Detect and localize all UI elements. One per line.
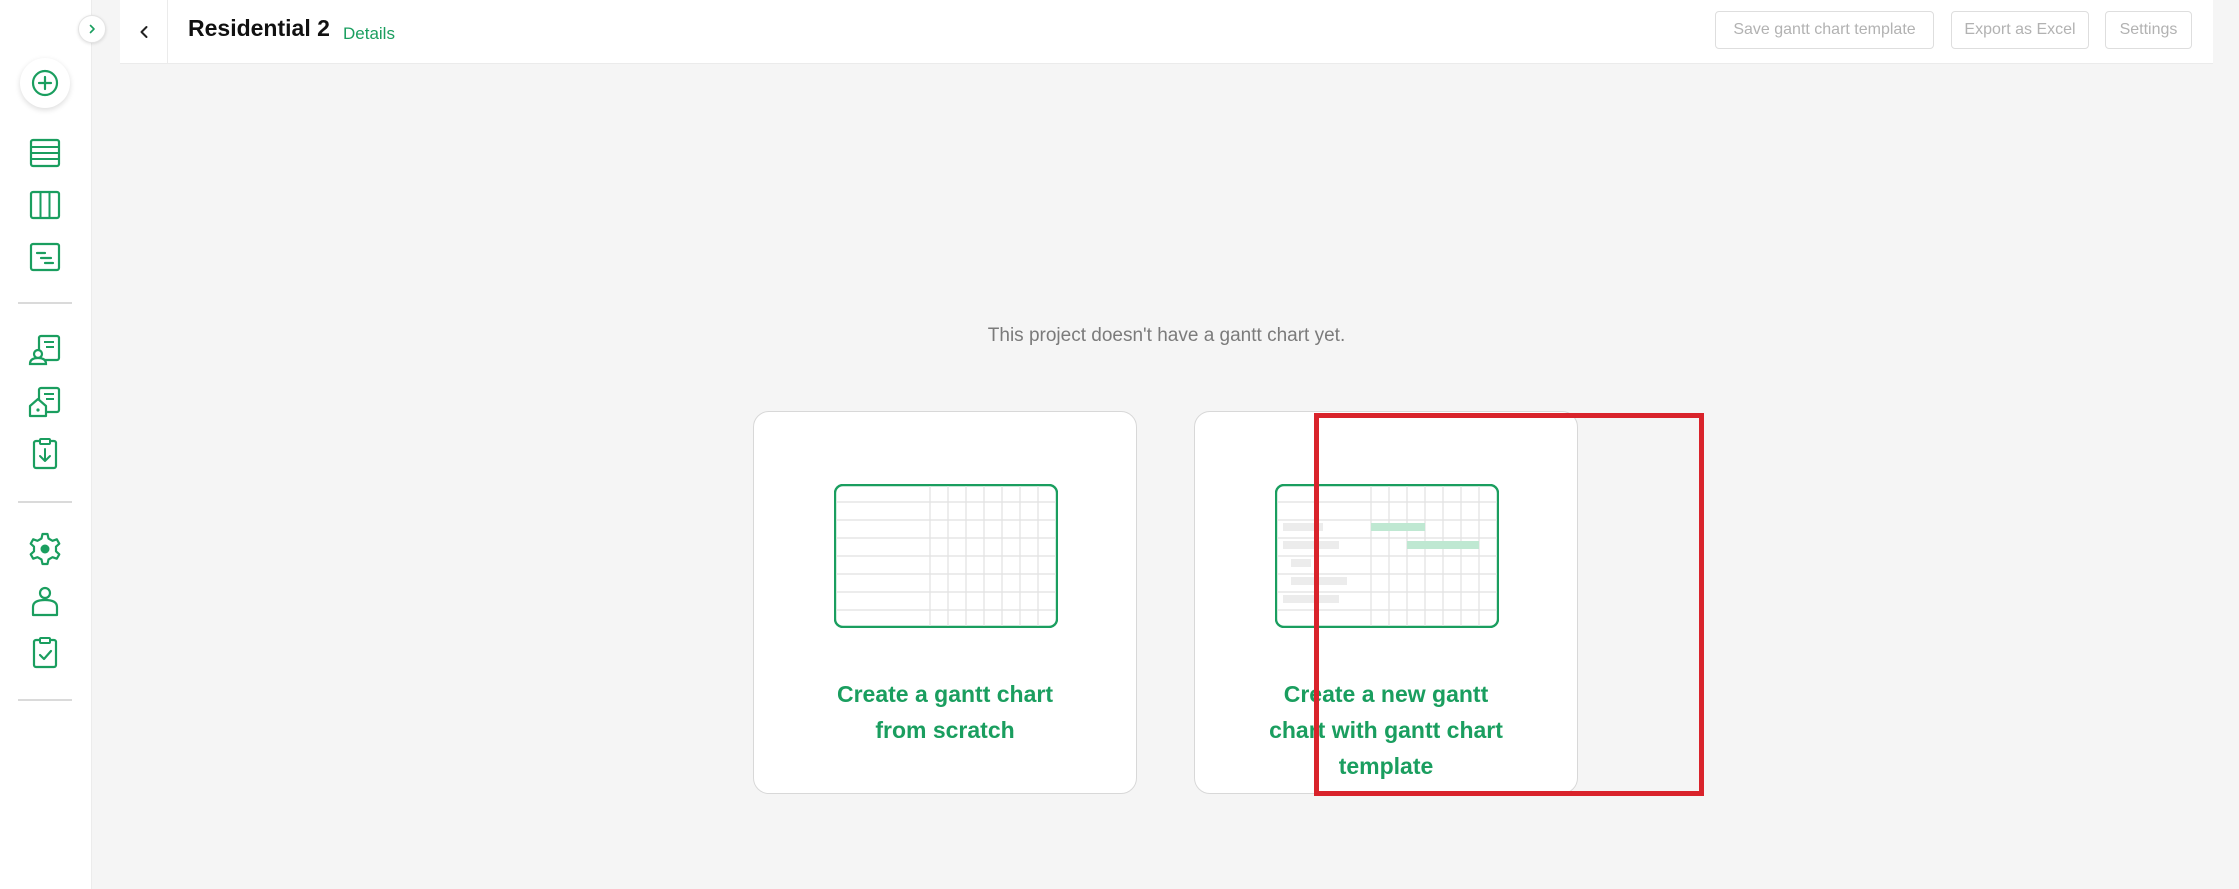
export-excel-button[interactable]: Export as Excel <box>1951 11 2089 49</box>
user-icon[interactable] <box>25 581 65 621</box>
empty-grid-icon <box>834 484 1058 628</box>
label-line: template <box>1338 753 1434 779</box>
settings-button[interactable]: Settings <box>2105 11 2192 49</box>
header-bar: Residential 2 Details Save gantt chart t… <box>120 0 2213 64</box>
sidebar-expand-button[interactable] <box>78 15 106 43</box>
home-document-icon[interactable] <box>25 382 65 422</box>
sidebar <box>0 0 92 889</box>
chevron-left-icon <box>140 25 147 38</box>
sidebar-divider <box>18 302 72 304</box>
checked-clipboard-icon[interactable] <box>25 633 65 673</box>
create-from-template-label: Create a new gantt chart with gantt char… <box>1225 676 1547 784</box>
list-view-icon[interactable] <box>25 133 65 173</box>
sidebar-divider <box>18 501 72 503</box>
create-from-scratch-label: Create a gantt chart from scratch <box>784 676 1106 748</box>
label-line: Create a new gantt <box>1283 681 1489 707</box>
save-template-button[interactable]: Save gantt chart template <box>1715 11 1934 49</box>
download-clipboard-icon[interactable] <box>25 434 65 474</box>
chevron-right-icon <box>89 24 95 34</box>
label-line: from scratch <box>875 717 1015 743</box>
sidebar-divider <box>18 699 72 701</box>
back-button[interactable] <box>120 0 168 63</box>
create-from-scratch-card[interactable]: Create a gantt chart from scratch <box>753 411 1137 794</box>
empty-state-message: This project doesn't have a gantt chart … <box>987 325 1346 346</box>
contact-document-icon[interactable] <box>25 330 65 370</box>
label-line: chart with gantt chart <box>1269 717 1503 743</box>
create-from-template-card[interactable]: Create a new gantt chart with gantt char… <box>1194 411 1578 794</box>
add-button[interactable] <box>20 58 70 108</box>
template-grid-icon <box>1275 484 1499 628</box>
main-content: Residential 2 Details Save gantt chart t… <box>120 0 2213 889</box>
gantt-view-icon[interactable] <box>25 237 65 277</box>
label-line: Create a gantt chart <box>836 681 1053 707</box>
board-view-icon[interactable] <box>25 185 65 225</box>
page-title: Residential 2 <box>188 15 330 41</box>
details-link[interactable]: Details <box>343 24 395 44</box>
plus-circle-icon <box>31 69 59 97</box>
settings-icon[interactable] <box>25 529 65 569</box>
